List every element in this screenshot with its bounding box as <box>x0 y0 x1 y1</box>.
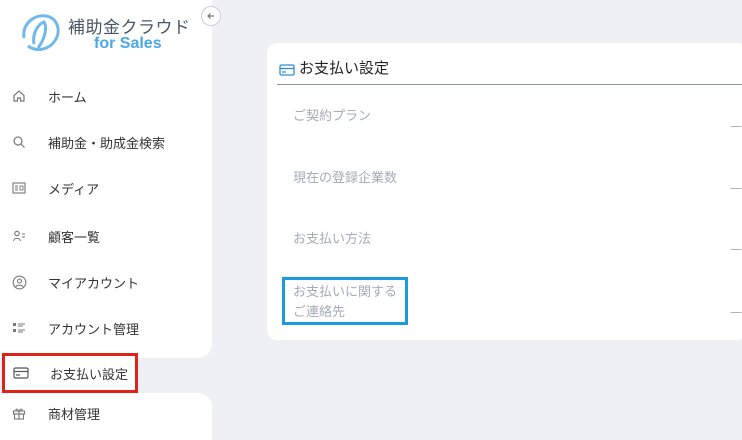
sidebar-item-label: アカウント管理 <box>48 322 140 338</box>
annotation-highlight <box>282 277 408 325</box>
card-header: お支払い設定 <box>277 55 742 85</box>
registered-companies-row: 現在の登録企業数 — <box>293 169 742 195</box>
sidebar-item-account-management[interactable]: アカウント管理 <box>0 308 212 348</box>
payment-method-row: お支払い方法 — <box>293 230 742 256</box>
sidebar-item-home[interactable]: ホーム <box>0 76 212 116</box>
collapse-sidebar-button[interactable] <box>201 6 221 26</box>
account-icon <box>11 274 27 290</box>
sidebar-bottom: 商材管理 <box>0 393 212 440</box>
gift-icon <box>11 405 27 421</box>
sidebar-item-label: ホーム <box>48 90 87 106</box>
media-icon <box>11 180 27 196</box>
sidebar-item-label: メディア <box>48 182 100 198</box>
home-icon <box>11 88 27 104</box>
row-label: 現在の登録企業数 <box>293 171 398 186</box>
brand-logo[interactable]: 補助金クラウド for Sales <box>18 8 198 54</box>
customers-icon <box>11 228 27 244</box>
sidebar: 補助金クラウド for Sales ホーム 補助金・助成金検索 メディア 顧客一… <box>0 0 212 358</box>
sidebar-item-label: 顧客一覧 <box>48 230 101 246</box>
row-label: ご契約プラン <box>293 109 372 124</box>
sidebar-item-label: お支払い設定 <box>50 367 129 383</box>
sidebar-item-media[interactable]: メディア <box>0 168 212 208</box>
logo-mark-icon <box>22 14 60 51</box>
sidebar-item-label: マイアカウント <box>48 276 140 292</box>
card-icon <box>279 61 295 80</box>
sidebar-item-my-account[interactable]: マイアカウント <box>0 262 212 302</box>
row-value: — <box>730 119 742 133</box>
card-icon <box>13 365 29 381</box>
page-title: お支払い設定 <box>299 59 390 77</box>
contract-plan-row: ご契約プラン — <box>293 107 742 133</box>
row-value: — <box>730 181 742 195</box>
sidebar-item-payment-settings[interactable]: お支払い設定 <box>2 353 138 393</box>
sidebar-item-label: 補助金・助成金検索 <box>48 136 166 152</box>
sidebar-item-customers[interactable]: 顧客一覧 <box>0 216 212 256</box>
row-value: — <box>730 242 742 256</box>
brand-subtitle: for Sales <box>94 35 162 52</box>
sidebar-item-subsidy-search[interactable]: 補助金・助成金検索 <box>0 122 212 162</box>
row-label: お支払い方法 <box>293 232 372 247</box>
arrow-left-icon <box>207 13 214 19</box>
search-icon <box>11 134 27 150</box>
account-management-icon <box>11 320 27 336</box>
sidebar-item-label: 商材管理 <box>48 407 101 423</box>
row-value: — <box>730 305 742 319</box>
sidebar-item-products[interactable]: 商材管理 <box>0 393 212 433</box>
